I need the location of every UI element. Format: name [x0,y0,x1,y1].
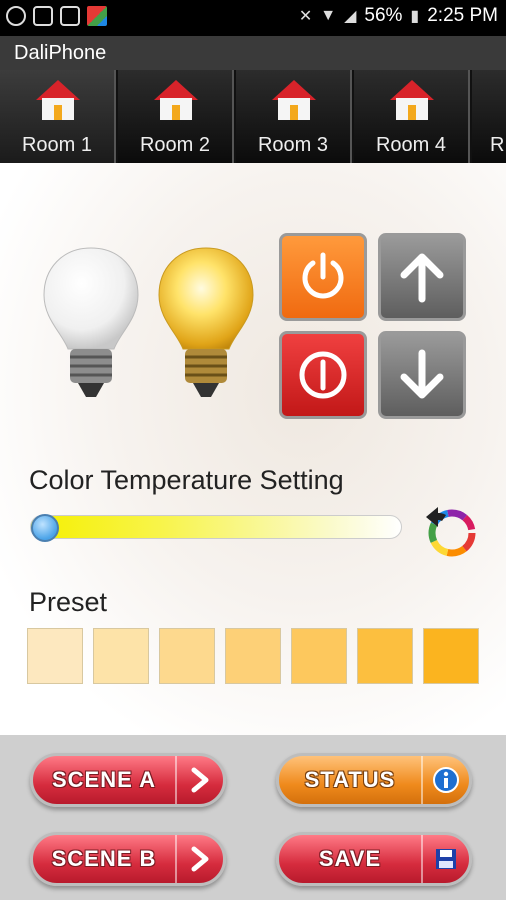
tab-room-3[interactable]: Room 3 [236,70,352,163]
scene-a-button[interactable]: SCENE A [30,753,226,807]
battery-text: 56% [364,5,403,26]
preset-swatch-3[interactable] [159,628,215,684]
arrow-up-icon [400,253,444,303]
bottom-action-bar: SCENE A STATUS SCENE B SAVE [0,735,506,900]
mute-icon: ✕ [298,8,313,25]
preset-swatch-6[interactable] [357,628,413,684]
color-temperature-label: Color Temperature Setting [29,465,344,495]
status-button[interactable]: STATUS [276,753,472,807]
tab-label: Room 3 [257,134,329,156]
chevron-right-icon [175,835,223,883]
brightness-down-button[interactable] [378,331,466,419]
tab-label: Room 4 [375,134,447,156]
house-icon [36,80,80,120]
app-icon [87,6,107,26]
signal-icon: ◢ [344,8,357,25]
scene-b-button[interactable]: SCENE B [30,832,226,886]
tab-label: Room 1 [21,134,93,156]
power-off-icon [299,351,347,399]
house-icon [154,80,198,120]
preset-swatch-4[interactable] [225,628,281,684]
scene-a-label: SCENE A [52,767,156,792]
color-temperature-slider[interactable] [30,515,402,539]
slider-thumb[interactable] [31,514,59,542]
arrow-down-icon [400,349,444,399]
floppy-disk-icon [421,835,469,883]
screen-icon [60,6,80,26]
tab-room-4[interactable]: Room 4 [354,70,470,163]
save-button[interactable]: SAVE [276,832,472,886]
app-title-bar: DaliPhone [0,36,506,70]
battery-icon: ▮ [410,8,420,25]
brightness-up-button[interactable] [378,233,466,321]
app-title: DaliPhone [14,42,107,64]
power-off-button[interactable] [279,331,367,419]
room-tabs: Room 1 Room 2 Room 3 Room 4 R [0,70,506,163]
house-icon [272,80,316,120]
power-icon [302,252,344,299]
clock: 2:25 PM [427,5,498,26]
room-control-panel: Color Temperature Setting Preset [0,163,506,735]
whatsapp-icon [6,6,26,26]
preset-swatch-1[interactable] [27,628,83,684]
color-wheel-reset-icon[interactable] [420,501,480,561]
save-label: SAVE [318,846,382,871]
tab-room-1[interactable]: Room 1 [0,70,116,163]
wifi-icon: ▼ [320,7,337,24]
status-bar: ✕ ▼ ◢ 56% ▮ 2:25 PM [0,0,506,36]
house-icon [390,80,434,120]
status-label: STATUS [304,767,396,792]
photo-icon [33,6,53,26]
scene-b-label: SCENE B [51,846,157,871]
info-icon [421,756,469,804]
preset-label: Preset [29,587,108,617]
preset-swatch-5[interactable] [291,628,347,684]
tab-label: R [490,134,505,156]
chevron-right-icon [175,756,223,804]
power-on-button[interactable] [279,233,367,321]
preset-swatch-7[interactable] [423,628,479,684]
preset-swatch-2[interactable] [93,628,149,684]
tab-room-2[interactable]: Room 2 [118,70,234,163]
cool-bulb-icon [43,247,139,397]
tab-room-5[interactable]: R [472,70,506,163]
warm-bulb-icon [158,247,254,397]
tab-label: Room 2 [139,134,211,156]
